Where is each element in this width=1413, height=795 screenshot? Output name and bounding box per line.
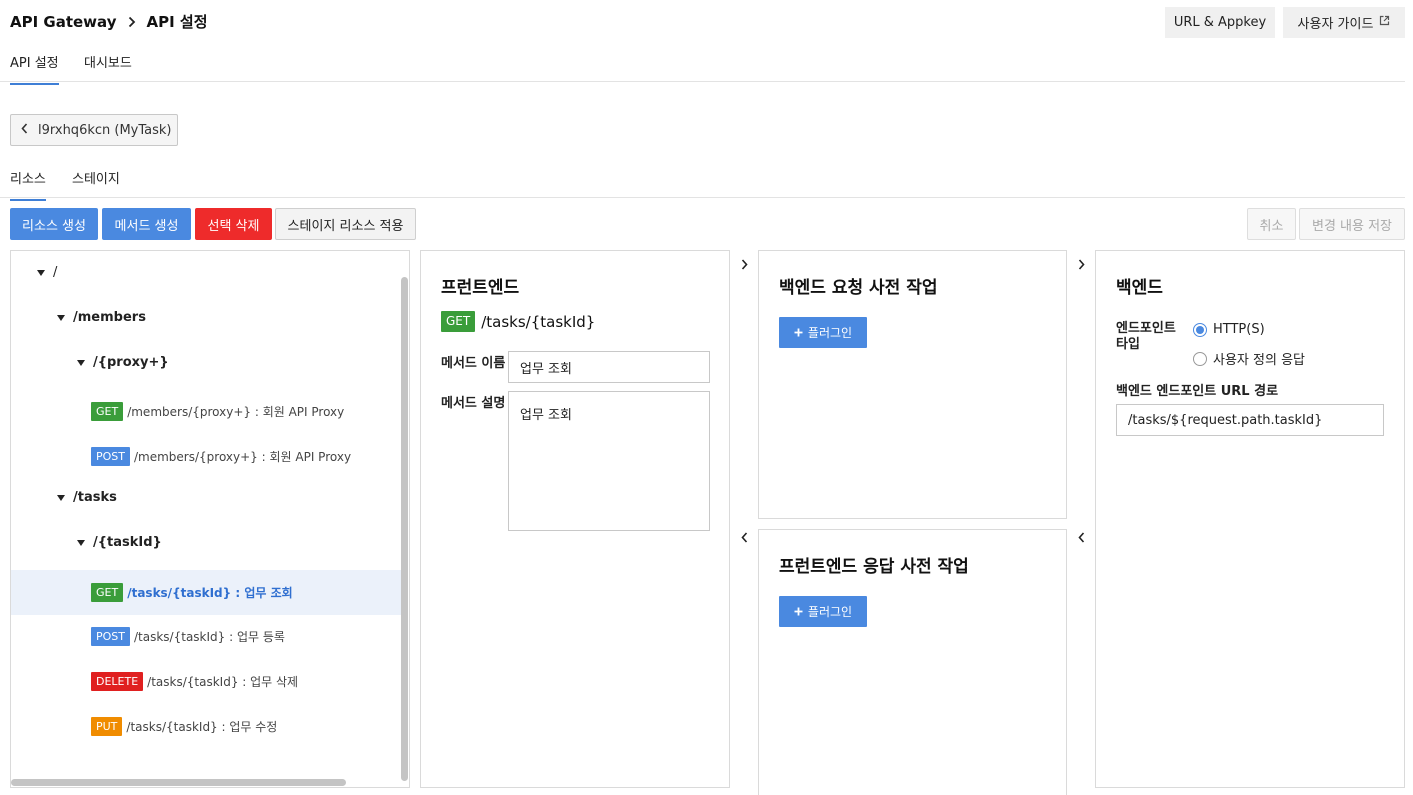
endpoint-type-https-radio[interactable]: HTTP(S) xyxy=(1193,322,1265,337)
caret-down-icon xyxy=(37,265,45,280)
tree-node-label: /{proxy+} xyxy=(93,355,169,370)
method-desc-label: 메서드 설명 xyxy=(441,396,506,411)
backend-url-input[interactable]: /tasks/${request.path.taskId} xyxy=(1116,404,1384,436)
plugin-label: 플러그인 xyxy=(807,605,853,619)
tree-node-members[interactable]: /members xyxy=(57,310,146,325)
endpoint-type-label: 엔드포인트 타입 xyxy=(1116,321,1176,352)
user-guide-button[interactable]: 사용자 가이드 xyxy=(1283,7,1405,38)
method-name-label: 메서드 이름 xyxy=(441,356,506,371)
tree-node-label: / xyxy=(53,265,58,280)
method-label: /tasks/{taskId} : 업무 조회 xyxy=(127,586,293,600)
frontend-panel: 프런트엔드 GET /tasks/{taskId} 메서드 이름 업무 조회 메… xyxy=(420,250,730,788)
caret-down-icon xyxy=(57,310,65,325)
tree-node-label: /tasks xyxy=(73,490,117,505)
breadcrumb-root[interactable]: API Gateway xyxy=(10,13,116,31)
radio-unselected-icon xyxy=(1193,351,1207,366)
radio-label: 사용자 정의 응답 xyxy=(1213,353,1305,368)
tree-node-members-proxy[interactable]: /{proxy+} xyxy=(77,355,169,370)
radio-selected-icon xyxy=(1193,322,1207,337)
endpoint-type-custom-radio[interactable]: 사용자 정의 응답 xyxy=(1193,349,1305,368)
url-appkey-label: URL & Appkey xyxy=(1173,15,1267,30)
tree-node-root[interactable]: / xyxy=(37,265,57,280)
method-badge-get: GET xyxy=(91,402,124,421)
caret-down-icon xyxy=(77,535,85,550)
frontend-pre-response-title: 프런트엔드 응답 사전 작업 xyxy=(779,557,969,577)
tab-resources[interactable]: 리소스 xyxy=(10,168,46,201)
delete-selected-button[interactable]: 선택 삭제 xyxy=(195,208,272,240)
method-badge-put: PUT xyxy=(91,717,123,736)
api-name-label: l9rxhq6kcn (MyTask) xyxy=(38,122,172,138)
method-badge-post: POST xyxy=(91,447,130,466)
method-desc-textarea[interactable]: 업무 조회 xyxy=(508,391,710,531)
create-resource-button[interactable]: 리소스 생성 xyxy=(10,208,98,240)
plus-icon xyxy=(794,605,803,619)
tree-method-post-tasks-taskid[interactable]: POST /tasks/{taskId} : 업무 등록 xyxy=(11,614,403,659)
add-plugin-button[interactable]: 플러그인 xyxy=(779,317,867,348)
backend-url-label: 백엔드 엔드포인트 URL 경로 xyxy=(1116,384,1279,399)
top-tabs: API 설정 대시보드 xyxy=(0,44,1405,85)
chevron-right-icon xyxy=(128,16,136,28)
cancel-button[interactable]: 취소 xyxy=(1247,208,1296,240)
save-changes-button[interactable]: 변경 내용 저장 xyxy=(1299,208,1405,240)
method-label: /tasks/{taskId} : 업무 등록 xyxy=(134,630,285,644)
frontend-path: /tasks/{taskId} xyxy=(481,312,596,331)
backend-title: 백엔드 xyxy=(1116,278,1163,298)
plus-icon xyxy=(794,326,803,340)
vertical-scrollbar[interactable] xyxy=(401,277,408,781)
header: API Gateway API 설정 URL & Appkey 사용자 가이드 xyxy=(0,0,1413,44)
apply-stage-resource-button[interactable]: 스테이지 리소스 적용 xyxy=(275,208,416,240)
frontend-pre-response-panel: 프런트엔드 응답 사전 작업 플러그인 xyxy=(758,529,1067,795)
tree-method-put-tasks-taskid[interactable]: PUT /tasks/{taskId} : 업무 수정 xyxy=(11,704,403,749)
breadcrumb-current: API 설정 xyxy=(146,13,208,31)
add-plugin-button[interactable]: 플러그인 xyxy=(779,596,867,627)
chevron-left-icon xyxy=(21,122,28,138)
tree-node-label: /members xyxy=(73,310,146,325)
tree-method-delete-tasks-taskid[interactable]: DELETE /tasks/{taskId} : 업무 삭제 xyxy=(11,659,403,704)
url-appkey-button[interactable]: URL & Appkey xyxy=(1165,7,1275,38)
backend-panel: 백엔드 엔드포인트 타입 HTTP(S) 사용자 정의 응답 백엔드 엔드포인트… xyxy=(1095,250,1405,788)
method-name-input[interactable]: 업무 조회 xyxy=(508,351,710,383)
back-to-api-button[interactable]: l9rxhq6kcn (MyTask) xyxy=(10,114,178,146)
tab-api-settings[interactable]: API 설정 xyxy=(10,52,59,85)
chevron-right-icon xyxy=(1074,257,1088,271)
external-link-icon xyxy=(1379,15,1390,30)
caret-down-icon xyxy=(77,355,85,370)
method-label: /members/{proxy+} : 회원 API Proxy xyxy=(127,405,345,419)
chevron-left-icon xyxy=(1074,530,1088,544)
method-label: /tasks/{taskId} : 업무 삭제 xyxy=(147,675,299,689)
tree-method-get-members-proxy[interactable]: GET /members/{proxy+} : 회원 API Proxy xyxy=(11,389,403,434)
breadcrumb: API Gateway API 설정 xyxy=(10,11,208,32)
backend-pre-request-title: 백엔드 요청 사전 작업 xyxy=(779,278,938,298)
resource-tree: / /members /{proxy+} GET /members/{proxy… xyxy=(10,250,410,788)
method-label: /members/{proxy+} : 회원 API Proxy xyxy=(134,450,352,464)
method-label: /tasks/{taskId} : 업무 수정 xyxy=(126,720,278,734)
frontend-endpoint: GET /tasks/{taskId} xyxy=(441,311,595,332)
chevron-left-icon xyxy=(737,530,751,544)
radio-label: HTTP(S) xyxy=(1213,322,1265,337)
method-badge-get: GET xyxy=(91,583,124,602)
tab-stages[interactable]: 스테이지 xyxy=(72,168,120,199)
backend-pre-request-panel: 백엔드 요청 사전 작업 플러그인 xyxy=(758,250,1067,519)
tree-method-get-tasks-taskid[interactable]: GET /tasks/{taskId} : 업무 조회 xyxy=(11,570,403,615)
tree-node-tasks-taskid[interactable]: /{taskId} xyxy=(77,535,162,550)
tab-dashboard[interactable]: 대시보드 xyxy=(84,52,132,83)
user-guide-label: 사용자 가이드 xyxy=(1297,17,1374,32)
plugin-label: 플러그인 xyxy=(807,326,853,340)
horizontal-scrollbar[interactable] xyxy=(11,779,346,786)
tree-node-tasks[interactable]: /tasks xyxy=(57,490,117,505)
caret-down-icon xyxy=(57,490,65,505)
method-badge-get: GET xyxy=(441,311,476,332)
create-method-button[interactable]: 메서드 생성 xyxy=(102,208,191,240)
method-badge-delete: DELETE xyxy=(91,672,144,691)
tree-node-label: /{taskId} xyxy=(93,535,162,550)
method-badge-post: POST xyxy=(91,627,130,646)
tree-method-post-members-proxy[interactable]: POST /members/{proxy+} : 회원 API Proxy xyxy=(11,434,403,479)
sub-tabs: 리소스 스테이지 xyxy=(0,160,1405,201)
chevron-right-icon xyxy=(737,257,751,271)
frontend-title: 프런트엔드 xyxy=(441,278,520,298)
